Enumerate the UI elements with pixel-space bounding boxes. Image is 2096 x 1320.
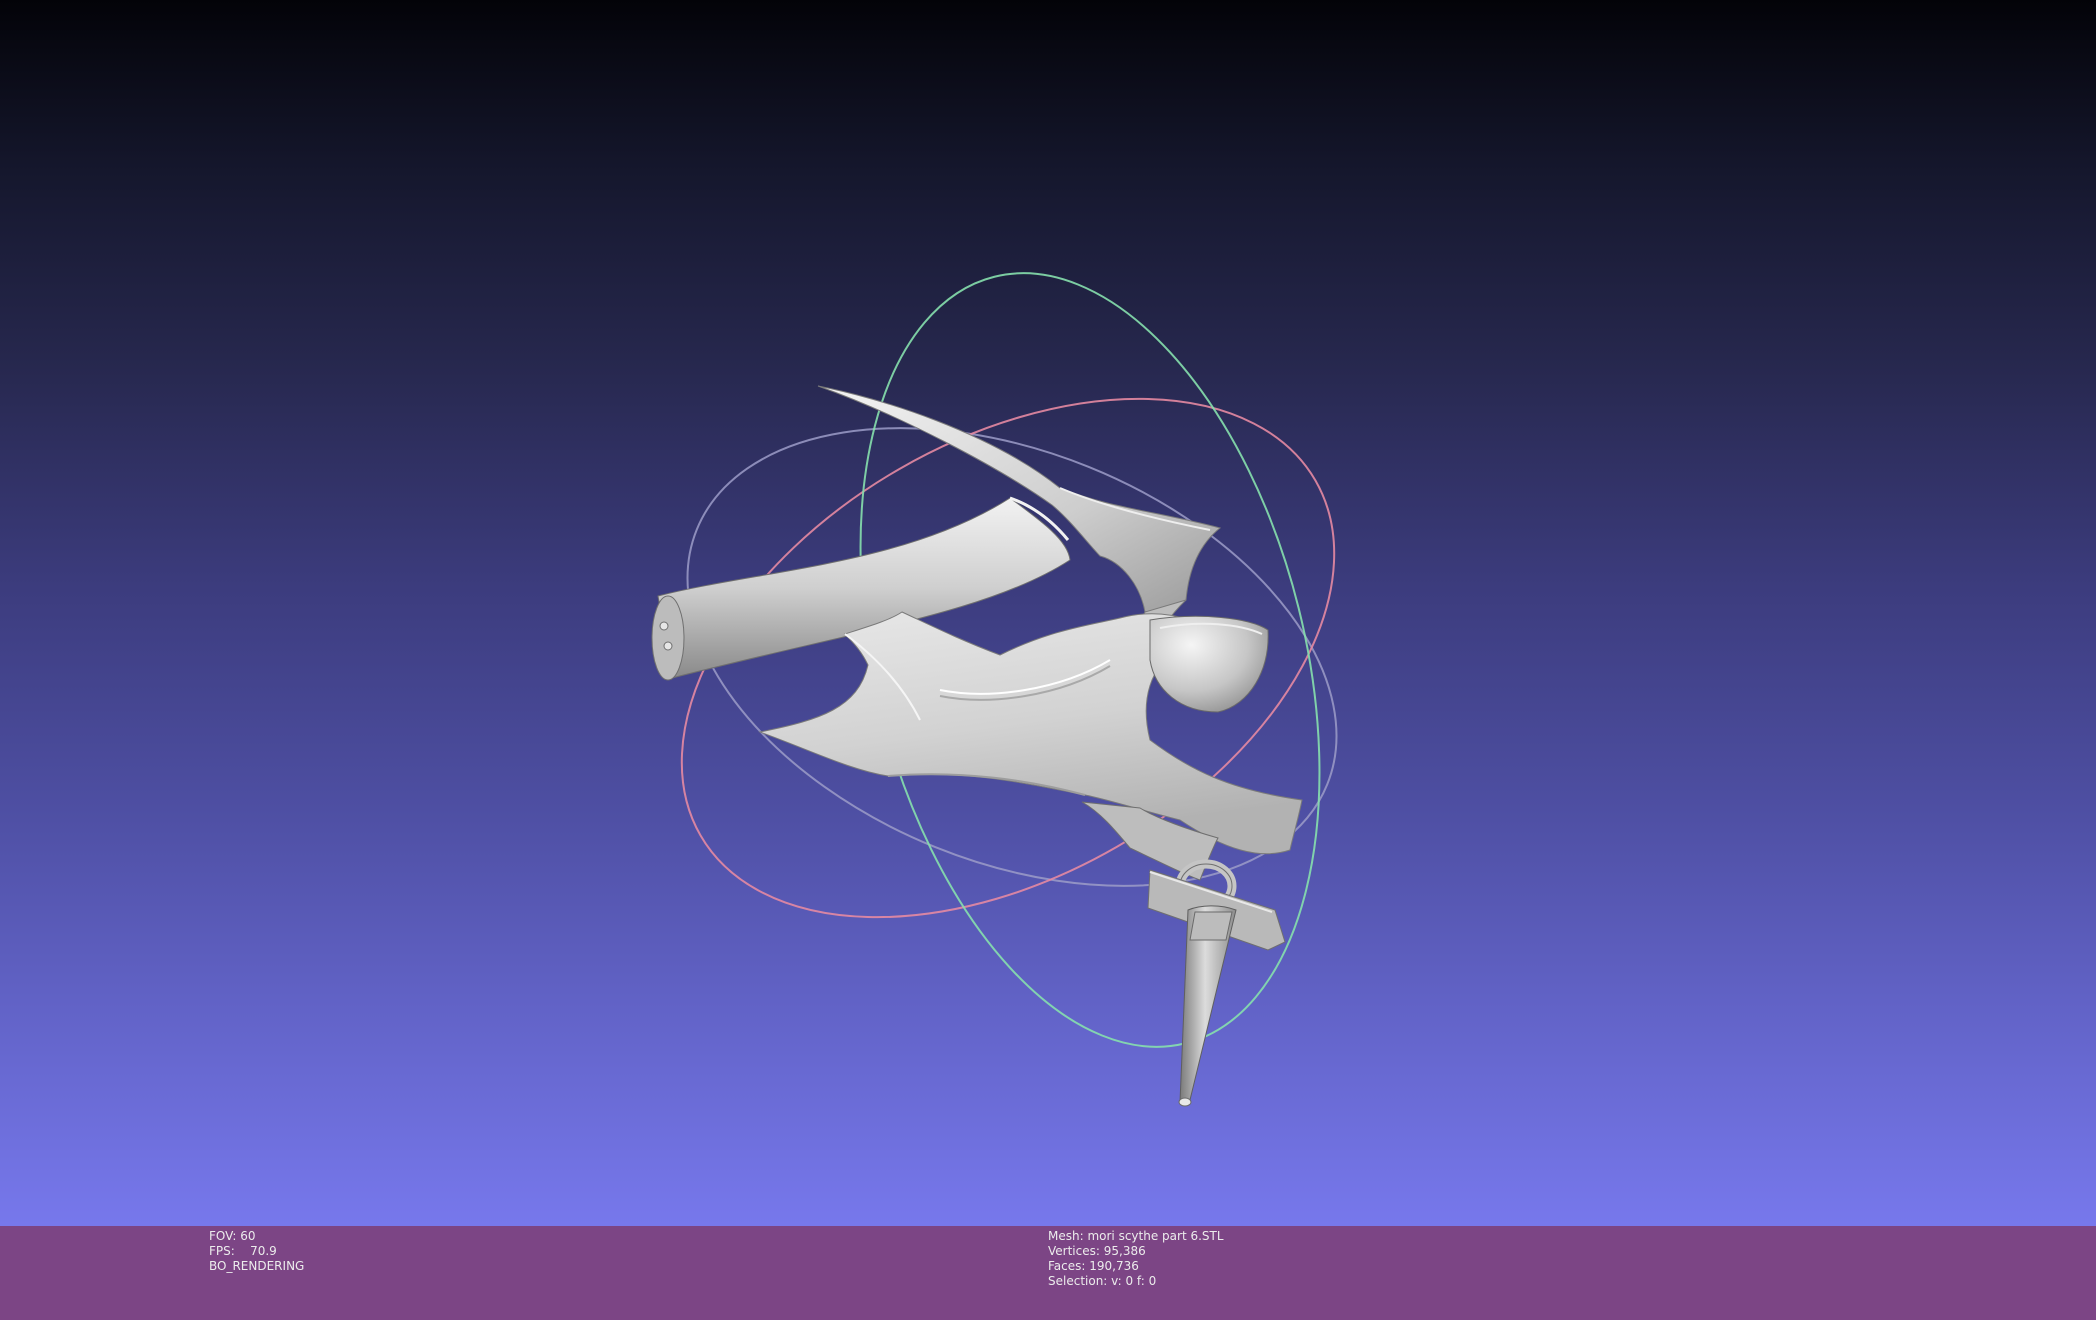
render-mode-readout: BO_RENDERING	[209, 1259, 305, 1273]
fps-readout: FPS: 70.9	[209, 1244, 277, 1258]
mesh-name-readout: Mesh: mori scythe part 6.STL	[1048, 1229, 1224, 1243]
3d-viewport[interactable]	[0, 0, 2096, 1226]
status-info-bar: FOV: 60 FPS: 70.9 BO_RENDERING Mesh: mor…	[0, 1226, 2096, 1320]
faces-readout: Faces: 190,736	[1048, 1259, 1139, 1273]
fov-readout: FOV: 60	[209, 1229, 256, 1243]
mesh-info-panel: Mesh: mori scythe part 6.STL Vertices: 9…	[1048, 1229, 1224, 1289]
vertices-readout: Vertices: 95,386	[1048, 1244, 1146, 1258]
mesh-model[interactable]	[651, 385, 1303, 1107]
scene-canvas[interactable]	[0, 0, 2096, 1226]
selection-readout: Selection: v: 0 f: 0	[1048, 1274, 1157, 1288]
render-info-panel: FOV: 60 FPS: 70.9 BO_RENDERING	[209, 1229, 304, 1274]
mesh-handle-end	[651, 595, 685, 681]
meshlab-window: FOV: 60 FPS: 70.9 BO_RENDERING Mesh: mor…	[0, 0, 2096, 1320]
